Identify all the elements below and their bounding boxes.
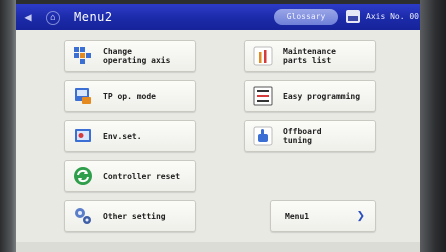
offboard-tuning-button[interactable]: Offboard tuning bbox=[244, 120, 376, 152]
home-icon[interactable]: ⌂ bbox=[46, 11, 60, 25]
glossary-button[interactable]: Glossary bbox=[274, 9, 338, 25]
tp-op-mode-button[interactable]: TP op. mode bbox=[64, 80, 196, 112]
menu1-label: Menu1 bbox=[285, 211, 310, 221]
env-set-label: Env.set. bbox=[103, 131, 142, 141]
hand-tuning-icon bbox=[253, 126, 273, 146]
easy-programming-label: Easy programming bbox=[283, 91, 361, 101]
settings-panel-icon bbox=[75, 129, 91, 142]
reset-cycle-icon bbox=[74, 167, 92, 185]
chevron-right-icon: ❯ bbox=[356, 208, 365, 224]
axis-grid-icon bbox=[74, 47, 91, 64]
gears-icon bbox=[75, 208, 91, 224]
window-title: Menu2 bbox=[74, 10, 113, 24]
tp-op-mode-label: TP op. mode bbox=[103, 91, 156, 101]
env-set-button[interactable]: Env.set. bbox=[64, 120, 196, 152]
change-operating-axis-button[interactable]: Change operating axis bbox=[64, 40, 196, 72]
offboard-tuning-label: Offboard tuning bbox=[283, 127, 322, 145]
maintenance-parts-list-button[interactable]: Maintenance parts list bbox=[244, 40, 376, 72]
easy-programming-button[interactable]: Easy programming bbox=[244, 80, 376, 112]
controller-reset-button[interactable]: Controller reset bbox=[64, 160, 196, 192]
program-list-icon bbox=[253, 86, 273, 106]
bottom-status-bar bbox=[16, 242, 420, 252]
device-frame-right bbox=[420, 0, 446, 252]
controller-reset-label: Controller reset bbox=[103, 171, 181, 181]
axis-number-label: Axis No. 00 bbox=[366, 12, 419, 21]
change-operating-axis-label: Change operating axis bbox=[103, 47, 171, 65]
screen: ◀ ⌂ Menu2 Glossary Axis No. 00 Change op… bbox=[16, 4, 420, 252]
menu1-button[interactable]: Menu1 ❯ bbox=[270, 200, 376, 232]
title-bar: ◀ ⌂ Menu2 Glossary Axis No. 00 bbox=[16, 4, 420, 30]
maintenance-parts-list-label: Maintenance parts list bbox=[283, 47, 336, 65]
device-frame-left bbox=[0, 0, 16, 252]
other-setting-label: Other setting bbox=[103, 211, 166, 221]
tools-icon bbox=[253, 46, 273, 66]
other-setting-button[interactable]: Other setting bbox=[64, 200, 196, 232]
pendant-icon bbox=[75, 88, 91, 104]
axis-monitor-icon[interactable] bbox=[346, 10, 360, 23]
back-arrow-icon[interactable]: ◀ bbox=[20, 9, 36, 25]
